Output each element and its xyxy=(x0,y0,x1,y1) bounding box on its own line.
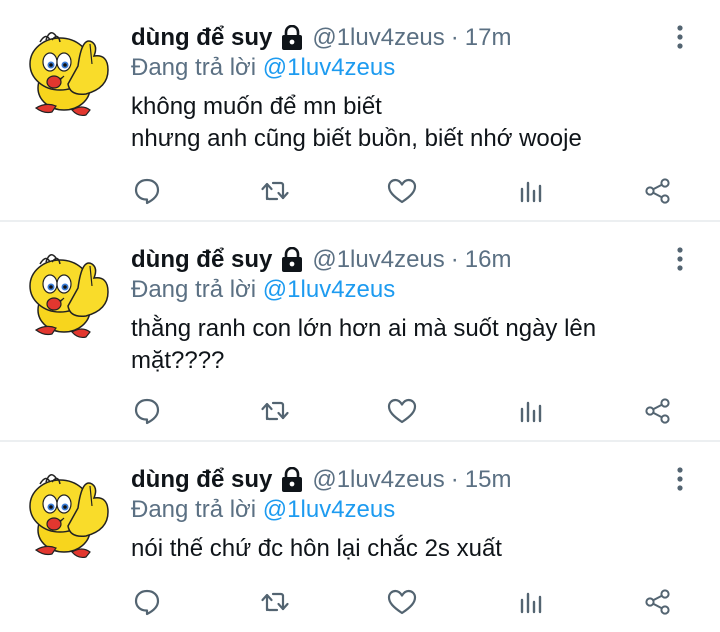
heart-icon xyxy=(387,589,417,615)
avatar[interactable] xyxy=(20,244,116,340)
heart-icon xyxy=(387,178,417,204)
timestamp[interactable]: 17m xyxy=(465,23,512,53)
retweet-button[interactable] xyxy=(255,582,295,622)
bar-chart-icon xyxy=(520,401,542,423)
replying-to: Đang trả lời @1luv4zeus xyxy=(131,53,395,83)
bar-chart-icon xyxy=(520,181,542,203)
tweet-header: dùng để suy @1luv4zeus · 16m xyxy=(131,245,511,275)
replying-to-label: Đang trả lời xyxy=(131,54,257,81)
timestamp[interactable]: 16m xyxy=(465,245,512,275)
stats-button[interactable] xyxy=(511,582,551,622)
replying-to-label: Đang trả lời xyxy=(131,276,257,303)
avatar[interactable] xyxy=(20,22,116,118)
tweet-header: dùng để suy @1luv4zeus · 17m xyxy=(131,23,511,53)
tweet-text: nói thế chứ đc hôn lại chắc 2s xuất xyxy=(131,535,502,562)
separator: · xyxy=(450,24,459,51)
tweet[interactable]: dùng để suy @1luv4zeus · 16m Đang trả lờ… xyxy=(0,222,720,442)
heart-icon xyxy=(387,398,417,424)
retweet-button[interactable] xyxy=(255,171,295,211)
user-handle[interactable]: @1luv4zeus xyxy=(312,23,444,53)
reply-button[interactable] xyxy=(127,391,167,431)
retweet-button[interactable] xyxy=(255,391,295,431)
replying-to-handle[interactable]: @1luv4zeus xyxy=(263,276,395,303)
share-icon xyxy=(645,589,670,615)
more-options-icon[interactable] xyxy=(672,246,688,272)
tweet-actions xyxy=(0,171,720,211)
replying-to: Đang trả lời @1luv4zeus xyxy=(131,495,395,525)
like-button[interactable] xyxy=(382,391,422,431)
tweet-header: dùng để suy @1luv4zeus · 15m xyxy=(131,465,511,495)
stats-button[interactable] xyxy=(511,171,551,211)
separator: · xyxy=(450,466,459,493)
display-name[interactable]: dùng để suy xyxy=(131,465,272,495)
replying-to-handle[interactable]: @1luv4zeus xyxy=(263,496,395,523)
speech-bubble-icon xyxy=(134,178,160,205)
share-icon xyxy=(645,178,670,204)
retweet-icon xyxy=(261,401,289,421)
share-button[interactable] xyxy=(638,582,678,622)
tweet-actions xyxy=(0,391,720,431)
share-button[interactable] xyxy=(638,391,678,431)
tweet-text: thằng ranh con lớn hơn ai mà suốt ngày l… xyxy=(131,315,597,374)
tweet[interactable]: dùng để suy @1luv4zeus · 17m Đang trả lờ… xyxy=(0,0,720,222)
timestamp[interactable]: 15m xyxy=(465,465,512,495)
display-name[interactable]: dùng để suy xyxy=(131,23,272,53)
retweet-icon xyxy=(261,181,289,201)
stats-button[interactable] xyxy=(511,391,551,431)
tweet-feed: dùng để suy @1luv4zeus · 17m Đang trả lờ… xyxy=(0,0,720,632)
lock-icon xyxy=(280,247,304,273)
share-icon xyxy=(645,398,670,424)
replying-to: Đang trả lời @1luv4zeus xyxy=(131,275,395,305)
replying-to-handle[interactable]: @1luv4zeus xyxy=(263,54,395,81)
more-options-icon[interactable] xyxy=(672,466,688,492)
retweet-icon xyxy=(261,592,289,612)
reply-button[interactable] xyxy=(127,582,167,622)
user-handle[interactable]: @1luv4zeus xyxy=(312,465,444,495)
like-button[interactable] xyxy=(382,171,422,211)
avatar[interactable] xyxy=(20,464,116,560)
tweet-actions xyxy=(0,582,720,622)
display-name[interactable]: dùng để suy xyxy=(131,245,272,275)
tweet[interactable]: dùng để suy @1luv4zeus · 15m Đang trả lờ… xyxy=(0,442,720,632)
share-button[interactable] xyxy=(638,171,678,211)
lock-icon xyxy=(280,467,304,493)
separator: · xyxy=(450,246,459,273)
tweet-text: không muốn để mn biết nhưng anh cũng biế… xyxy=(131,93,582,152)
bar-chart-icon xyxy=(520,592,542,614)
lock-icon xyxy=(280,25,304,51)
user-handle[interactable]: @1luv4zeus xyxy=(312,245,444,275)
speech-bubble-icon xyxy=(134,589,160,616)
more-options-icon[interactable] xyxy=(672,24,688,50)
reply-button[interactable] xyxy=(127,171,167,211)
replying-to-label: Đang trả lời xyxy=(131,496,257,523)
like-button[interactable] xyxy=(382,582,422,622)
speech-bubble-icon xyxy=(134,398,160,425)
